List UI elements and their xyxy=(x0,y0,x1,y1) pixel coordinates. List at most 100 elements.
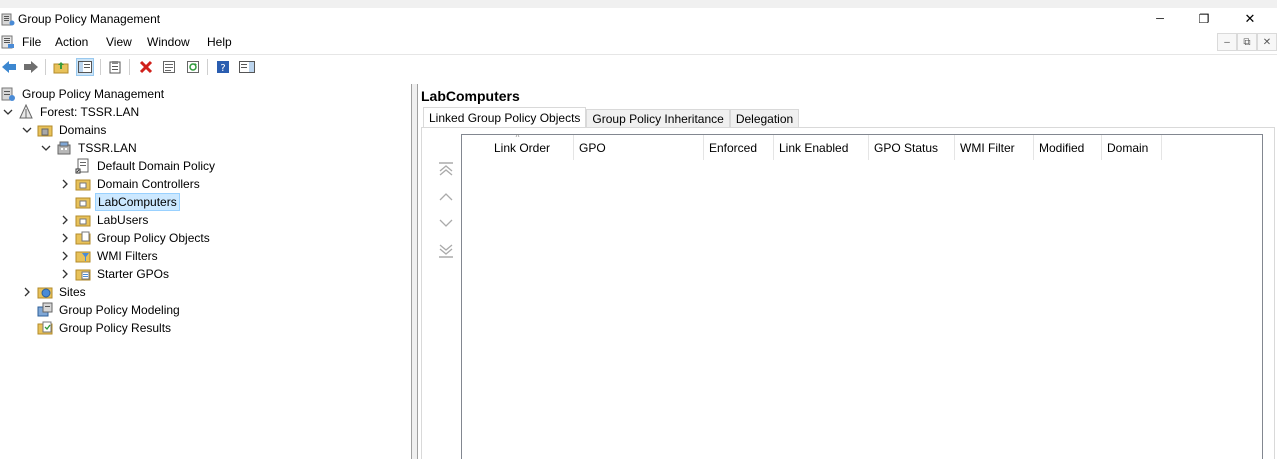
tree-item-domain-tssr[interactable]: TSSR.LAN xyxy=(40,139,139,157)
gp-modeling-icon xyxy=(37,302,53,317)
folder-up-icon xyxy=(53,62,69,74)
tree-item-group-policy-objects[interactable]: Group Policy Objects xyxy=(59,229,212,247)
window-title: Group Policy Management xyxy=(18,12,161,26)
column-label: WMI Filter xyxy=(960,140,1015,155)
tree-item-gp-results[interactable]: Group Policy Results xyxy=(37,319,173,337)
move-down-button[interactable] xyxy=(436,214,456,232)
gpo-link-icon xyxy=(75,158,89,174)
minimize-button[interactable]: ─ xyxy=(1137,8,1183,30)
toolbar-separator xyxy=(129,59,130,75)
tree-item-domains[interactable]: Domains xyxy=(21,121,108,139)
menu-file[interactable]: File xyxy=(22,35,41,49)
copy-button[interactable] xyxy=(106,58,124,76)
sites-folder-icon xyxy=(37,287,53,299)
refresh-button[interactable] xyxy=(184,58,202,76)
move-to-bottom-button[interactable] xyxy=(436,242,456,260)
chevron-right-icon[interactable] xyxy=(59,178,71,190)
chevron-down-icon[interactable] xyxy=(40,142,52,154)
tree-label: Domains xyxy=(59,123,107,137)
tree-label: LabComputers xyxy=(95,193,180,211)
starter-gpo-folder-icon xyxy=(75,269,91,281)
tab-panel-linked-gpos: ^ Link Order GPO Enforced Link Enabled G… xyxy=(421,127,1275,459)
mdi-window-controls: – ⧉ ✕ xyxy=(1217,33,1277,51)
linked-gpo-list[interactable]: ^ Link Order GPO Enforced Link Enabled G… xyxy=(461,134,1263,459)
mdi-restore-button[interactable]: ⧉ xyxy=(1237,33,1257,51)
chevron-right-icon[interactable] xyxy=(59,250,71,262)
chevron-down-icon[interactable] xyxy=(21,124,33,136)
back-arrow-icon xyxy=(2,61,16,73)
refresh-icon xyxy=(187,61,199,73)
properties-button[interactable] xyxy=(160,58,178,76)
tree-label: TSSR.LAN xyxy=(78,141,137,155)
menu-view[interactable]: View xyxy=(106,35,132,49)
delete-button[interactable] xyxy=(137,58,155,76)
action-pane-icon xyxy=(239,61,255,73)
close-icon: ✕ xyxy=(1244,11,1256,26)
column-domain[interactable]: Domain xyxy=(1102,135,1162,160)
tree-label: Group Policy Management xyxy=(22,87,165,101)
tree-item-starter-gpos[interactable]: Starter GPOs xyxy=(59,265,171,283)
gp-results-icon xyxy=(37,321,53,335)
mmc-document-icon xyxy=(1,35,14,49)
menu-help[interactable]: Help xyxy=(207,35,232,49)
tree-item-sites[interactable]: Sites xyxy=(21,283,88,301)
gpmc-root-icon xyxy=(1,87,15,101)
maximize-button[interactable]: ❐ xyxy=(1181,8,1227,30)
column-modified[interactable]: Modified xyxy=(1034,135,1102,160)
move-down-icon xyxy=(439,219,453,227)
menu-action[interactable]: Action xyxy=(55,35,88,49)
menu-window[interactable]: Window xyxy=(147,35,190,49)
forward-button[interactable] xyxy=(22,58,40,76)
column-enforced[interactable]: Enforced xyxy=(704,135,774,160)
column-gpo[interactable]: GPO xyxy=(574,135,704,160)
chevron-right-icon[interactable] xyxy=(59,268,71,280)
move-up-icon xyxy=(439,193,453,201)
forward-arrow-icon xyxy=(24,61,38,73)
tree-item-wmi-filters[interactable]: WMI Filters xyxy=(59,247,160,265)
column-label: GPO Status xyxy=(874,140,939,155)
console-tree-pane: Group Policy Management Forest: TSSR.LAN… xyxy=(0,84,412,459)
move-to-top-button[interactable] xyxy=(436,160,456,178)
console-tree-icon xyxy=(78,61,92,73)
close-button[interactable]: ✕ xyxy=(1227,8,1273,30)
tree-item-labusers[interactable]: LabUsers xyxy=(59,211,150,229)
tree-label: Group Policy Results xyxy=(59,321,172,335)
help-book-icon: ? xyxy=(217,61,229,74)
show-hide-action-pane-button[interactable] xyxy=(238,58,256,76)
tab-linked-gpos[interactable]: Linked Group Policy Objects xyxy=(423,107,587,128)
sort-ascending-icon: ^ xyxy=(515,133,520,142)
move-up-button[interactable] xyxy=(436,188,456,206)
column-label: GPO xyxy=(579,140,606,155)
details-pane: LabComputers Linked Group Policy Objects… xyxy=(418,84,1277,459)
mdi-minimize-button[interactable]: – xyxy=(1217,33,1237,51)
tree-item-forest[interactable]: Forest: TSSR.LAN xyxy=(2,103,141,121)
back-button[interactable] xyxy=(0,58,18,76)
menu-bar: File Action View Window Help – ⧉ ✕ xyxy=(0,31,1277,53)
column-label: Domain xyxy=(1107,140,1149,155)
move-top-icon xyxy=(439,162,453,176)
tree-item-domain-controllers[interactable]: Domain Controllers xyxy=(59,175,202,193)
column-wmi-filter[interactable]: WMI Filter xyxy=(955,135,1034,160)
column-link-order[interactable]: ^ Link Order xyxy=(462,133,574,160)
column-gpo-status[interactable]: GPO Status xyxy=(869,135,955,160)
tree-item-labcomputers[interactable]: LabComputers xyxy=(75,193,180,211)
tree-item-gp-modeling[interactable]: Group Policy Modeling xyxy=(37,301,182,319)
tree-item-default-domain-policy[interactable]: Default Domain Policy xyxy=(75,157,217,175)
gpmc-app-icon xyxy=(1,13,15,26)
chevron-right-icon[interactable] xyxy=(59,232,71,244)
column-link-enabled[interactable]: Link Enabled xyxy=(774,135,869,160)
chevron-right-icon[interactable] xyxy=(59,214,71,226)
up-one-level-button[interactable] xyxy=(52,58,70,76)
mdi-close-icon: ✕ xyxy=(1262,36,1272,48)
tree-item-gpmc-root[interactable]: Group Policy Management xyxy=(0,85,166,103)
ou-folder-icon xyxy=(75,215,91,227)
tab-gp-inheritance[interactable]: Group Policy Inheritance xyxy=(586,109,730,127)
toolbar-separator xyxy=(100,59,101,75)
chevron-right-icon[interactable] xyxy=(21,286,33,298)
chevron-down-icon[interactable] xyxy=(2,106,14,118)
show-hide-console-tree-button[interactable] xyxy=(76,58,94,76)
mdi-close-button[interactable]: ✕ xyxy=(1257,33,1277,51)
help-button[interactable]: ? xyxy=(214,58,232,76)
tab-delegation[interactable]: Delegation xyxy=(729,109,800,127)
mdi-minimize-icon: – xyxy=(1224,36,1230,48)
